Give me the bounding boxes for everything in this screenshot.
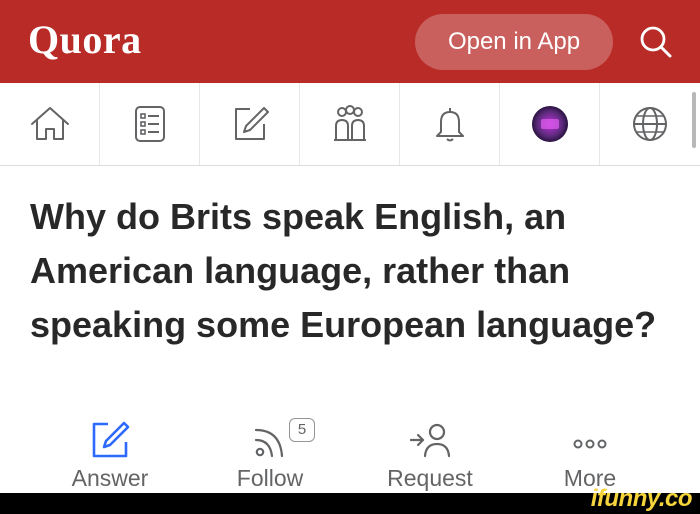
follow-button[interactable]: Follow: [195, 412, 345, 492]
nav-item-home[interactable]: [0, 83, 100, 165]
globe-icon: [632, 107, 667, 141]
app-header: Quora Open in App: [0, 0, 700, 83]
nav-scrollbar[interactable]: [692, 92, 696, 148]
more-button[interactable]: More: [515, 412, 665, 492]
answer-label: Answer: [71, 465, 149, 491]
pencil-square-icon: [234, 107, 269, 140]
nav-item-spaces[interactable]: [300, 83, 400, 165]
search-icon[interactable]: [636, 22, 676, 62]
more-dots-icon: [573, 439, 607, 449]
nav-item-following[interactable]: [100, 83, 200, 165]
nav-item-language[interactable]: [600, 83, 699, 165]
follow-label: Follow: [236, 465, 304, 491]
people-group-icon: [333, 105, 366, 141]
nav-bar: [0, 83, 700, 166]
follow-count-badge: 5: [289, 418, 315, 442]
nav-item-profile[interactable]: [500, 83, 600, 165]
request-person-icon: [409, 423, 451, 458]
home-icon: [30, 107, 69, 140]
answer-button[interactable]: Answer: [35, 412, 185, 492]
open-in-app-button[interactable]: Open in App: [415, 14, 613, 70]
nav-item-answer[interactable]: [200, 83, 300, 165]
request-button[interactable]: Request: [355, 412, 505, 492]
answer-pencil-icon: [92, 421, 130, 458]
rss-follow-icon: [254, 428, 284, 458]
bell-icon: [435, 108, 464, 142]
feed-list-icon: [134, 106, 165, 142]
nav-item-notifications[interactable]: [400, 83, 500, 165]
request-label: Request: [387, 465, 473, 491]
ifunny-watermark: ifunny.co: [590, 485, 693, 512]
question-title[interactable]: Why do Brits speak English, an American …: [30, 190, 660, 352]
avatar-icon: [531, 106, 568, 142]
quora-logo[interactable]: Quora: [28, 16, 142, 63]
